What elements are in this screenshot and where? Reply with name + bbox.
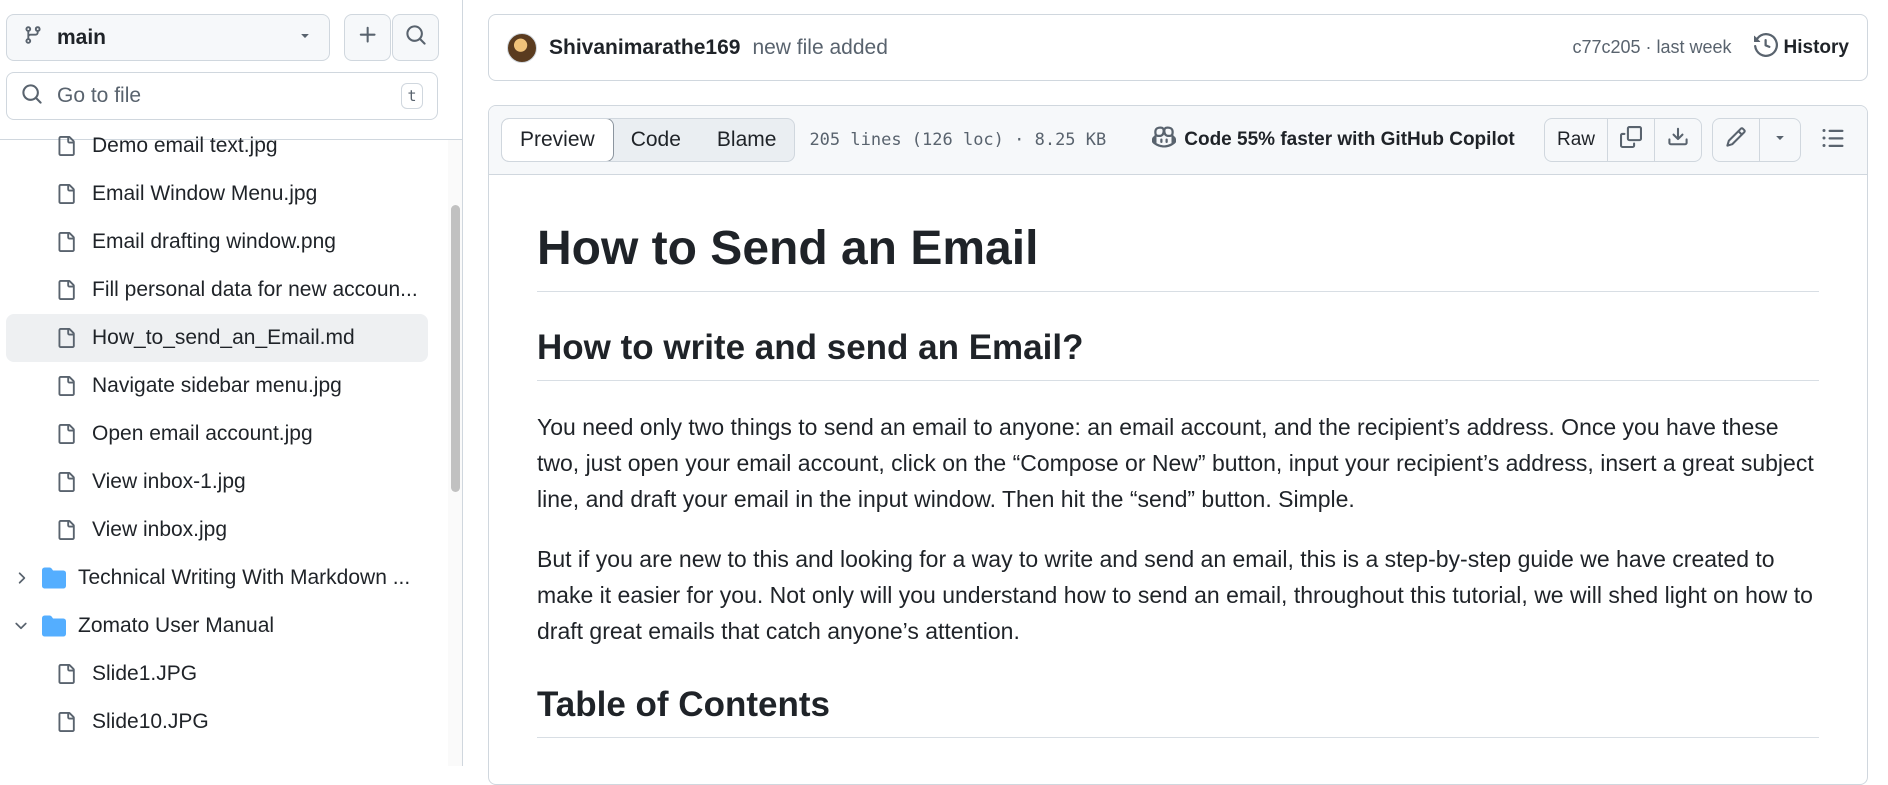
file-icon [56,376,76,396]
view-mode-tabs: Preview Code Blame [501,118,796,162]
tree-file[interactable]: Slide10.JPG [6,698,428,746]
paragraph: You need only two things to send an emai… [537,413,1814,512]
tree-item-label: Open email account.jpg [92,422,313,445]
folder-icon [42,566,66,590]
tree-item-label: Zomato User Manual [78,614,275,637]
add-file-button[interactable] [344,14,391,61]
raw-button[interactable]: Raw [1545,119,1608,161]
chevron-right-icon [12,569,30,587]
file-actions: Raw [1543,118,1855,162]
sidebar-scrollbar-thumb[interactable] [451,205,460,492]
section-heading: How to write and send an Email? [537,326,1819,381]
download-raw-button[interactable] [1655,119,1701,161]
tree-folder[interactable]: Technical Writing With Markdown ... [6,554,428,602]
tree-item-label: Fill personal data for new accoun... [92,278,418,301]
copilot-promo-text: Code 55% faster with GitHub Copilot [1184,129,1515,150]
tab-code[interactable]: Code [613,119,699,161]
copy-raw-button[interactable] [1608,119,1655,161]
avatar[interactable] [507,32,537,63]
file-tree-sidebar: main t Demo email text.jpg Email Window M… [0,0,463,766]
tree-item-label: Email drafting window.png [92,230,336,253]
folder-icon [42,614,66,638]
paragraph: But if you are new to this and looking f… [537,545,1813,644]
file-icon [56,328,76,348]
file-icon [56,664,76,684]
file-header-toolbar: Preview Code Blame 205 lines (126 loc) ·… [489,106,1867,175]
pencil-icon [1725,126,1747,154]
page-title: How to Send an Email [537,219,1819,292]
tree-item-label: View inbox.jpg [92,518,228,541]
plus-icon [357,24,379,51]
file-icon [56,520,76,540]
list-unordered-icon [1821,126,1845,155]
tree-item-label: Navigate sidebar menu.jpg [92,374,342,397]
git-branch-icon [23,25,43,50]
tree-file[interactable]: View inbox-1.jpg [6,458,428,506]
file-meta-info: 205 lines (126 loc) · 8.25 KB [809,130,1107,150]
file-icon [56,472,76,492]
tree-file[interactable]: Email drafting window.png [6,218,428,266]
tree-file[interactable]: Open email account.jpg [6,410,428,458]
tab-blame[interactable]: Blame [699,119,795,161]
outline-button[interactable] [1811,118,1855,162]
keyboard-shortcut-hint: t [401,83,423,109]
tree-file[interactable]: Demo email text.jpg [6,122,428,170]
tree-file[interactable]: Fill personal data for new accoun... [6,266,428,314]
tree-folder[interactable]: Zomato User Manual [6,602,428,650]
caret-down-icon [297,27,313,48]
chevron-down-icon [12,617,30,635]
history-icon [1753,32,1784,63]
branch-selector-button[interactable]: main [6,14,330,61]
go-to-file-input[interactable] [55,83,401,109]
file-viewer: Preview Code Blame 205 lines (126 loc) ·… [488,105,1868,785]
copy-icon [1620,126,1642,154]
section-heading: Table of Contents [537,683,1819,738]
markdown-body: How to Send an Email How to write and se… [489,175,1867,738]
download-icon [1667,126,1689,154]
file-icon [56,712,76,732]
commit-message[interactable]: new file added [752,36,1572,60]
tree-file[interactable]: Slide1.JPG [6,650,428,698]
tree-file[interactable]: Navigate sidebar menu.jpg [6,362,428,410]
tree-item-label: Slide1.JPG [92,662,198,685]
edit-button-group [1712,118,1801,162]
search-icon [405,24,427,51]
commit-sha-time[interactable]: c77c205 · last week [1572,37,1731,58]
tree-file[interactable]: Email Window Menu.jpg [6,170,428,218]
search-icon [21,83,43,110]
tree-item-label: View inbox-1.jpg [92,470,246,493]
commit-author[interactable]: Shivanimarathe169 [549,36,740,60]
tree-file[interactable]: How_to_send_an_Email.md [6,314,428,362]
go-to-file-search[interactable]: t [6,72,438,120]
tree-file[interactable]: View inbox.jpg [6,506,428,554]
search-files-button[interactable] [392,14,439,61]
file-icon [56,232,76,252]
tree-item-label: Slide10.JPG [92,710,209,733]
tab-preview[interactable]: Preview [502,119,614,161]
file-icon [56,280,76,300]
history-button[interactable]: History [1753,32,1849,63]
file-icon [56,424,76,444]
copilot-icon [1152,125,1184,155]
tree-item-label: Email Window Menu.jpg [92,182,318,205]
branch-name: main [57,25,107,49]
history-label: History [1783,36,1849,58]
tree-item-label: Demo email text.jpg [92,134,278,157]
tree-item-label: Technical Writing With Markdown ... [78,566,411,589]
raw-copy-download-group: Raw [1543,118,1702,162]
edit-file-button[interactable] [1713,119,1760,161]
latest-commit-bar: Shivanimarathe169 new file added c77c205… [488,14,1868,81]
edit-options-dropdown[interactable] [1760,119,1800,161]
caret-down-icon [1772,129,1788,151]
file-icon [56,136,76,156]
copilot-promo-link[interactable]: Code 55% faster with GitHub Copilot [1152,125,1515,155]
file-icon [56,184,76,204]
tree-item-label: How_to_send_an_Email.md [92,326,355,349]
